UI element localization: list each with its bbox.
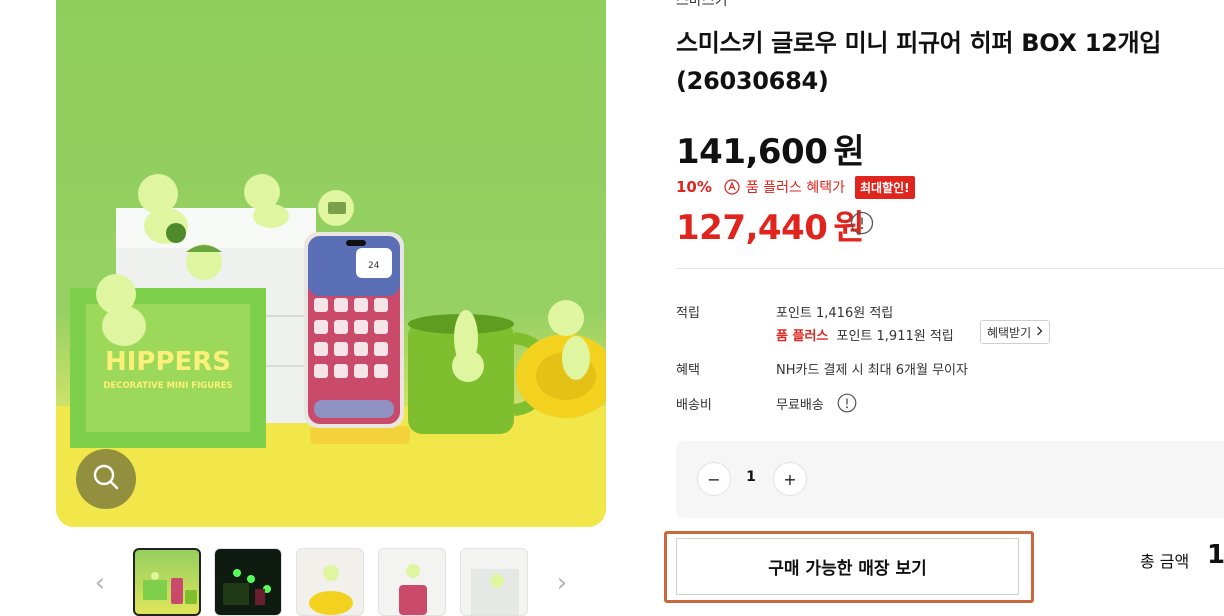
thumbnail-1[interactable]: [133, 548, 201, 616]
chevron-right-icon: ›: [556, 568, 568, 598]
original-price: 141,600 원: [676, 124, 865, 173]
benefit-receive-label: 혜택받기: [987, 325, 1032, 340]
benefit-receive-button[interactable]: 혜택받기: [980, 320, 1051, 344]
sale-price: 127,440 원: [676, 200, 865, 249]
info-icon[interactable]: [837, 393, 857, 417]
thumbnail-next-button[interactable]: ›: [552, 568, 572, 598]
thumbnail-image: [223, 569, 271, 605]
thumbnail-prev-button[interactable]: ‹: [90, 568, 110, 598]
total-amount-value: 1: [1207, 540, 1224, 570]
discount-row: 10% 품 플러스 혜택가 최대할인!: [676, 175, 915, 199]
thumbnail-3[interactable]: [296, 548, 364, 616]
chevron-left-icon: ‹: [94, 568, 106, 598]
product-main-image: HIPPERS DECORATIVE MINI FIGURES 24: [56, 0, 606, 527]
product-title: 스미스키 글로우 미니 피규어 히퍼 BOX 12개입 (26030684): [676, 24, 1216, 100]
thumbnail-image: [399, 564, 427, 615]
currency-unit: 원: [833, 132, 865, 172]
shipping-label: 배송비: [676, 398, 712, 413]
poom-plus-icon: [724, 179, 740, 195]
thumbnail-2[interactable]: [214, 548, 282, 616]
original-price-value: 141,600: [676, 132, 828, 172]
poom-plus-points-value: 포인트 1,911원 적립: [836, 329, 954, 344]
benefit-value: NH카드 결제 시 최대 6개월 무이자: [776, 363, 968, 378]
chevron-right-icon: [1036, 325, 1043, 339]
svg-text:DECORATIVE MINI FIGURES: DECORATIVE MINI FIGURES: [103, 381, 232, 391]
benefit-label: 혜택: [676, 363, 700, 378]
search-icon: [92, 463, 120, 495]
divider: [676, 268, 1224, 269]
info-icon[interactable]: [850, 211, 874, 239]
product-code: (26030684): [676, 67, 829, 95]
sale-price-value: 127,440: [676, 208, 828, 248]
quantity-decrease-button[interactable]: −: [697, 462, 731, 496]
poom-plus-label: 품 플러스: [776, 329, 829, 344]
thumbnail-5[interactable]: [460, 548, 528, 616]
shipping-value: 무료배송: [776, 398, 824, 413]
thumbnail-image: [309, 565, 353, 615]
max-discount-badge: 최대할인!: [854, 175, 915, 199]
points-label: 적립: [676, 306, 700, 321]
svg-text:HIPPERS: HIPPERS: [105, 347, 231, 377]
quantity-value[interactable]: 1: [736, 469, 766, 485]
thumbnail-4[interactable]: [378, 548, 446, 616]
quantity-increase-button[interactable]: +: [773, 462, 807, 496]
brand-name[interactable]: 스마스키: [676, 0, 728, 10]
product-photo-illustration: HIPPERS DECORATIVE MINI FIGURES 24: [56, 174, 606, 527]
total-amount-label: 총 금액: [1140, 552, 1190, 571]
poom-plus-points: 품 플러스 포인트 1,911원 적립: [776, 325, 954, 344]
points-value: 포인트 1,416원 적립: [776, 306, 894, 321]
svg-text:24: 24: [368, 261, 380, 271]
zoom-button[interactable]: [76, 449, 136, 509]
thumbnail-image: [143, 572, 197, 604]
view-available-stores-button[interactable]: 구매 가능한 매장 보기: [676, 538, 1019, 595]
thumbnail-image: [471, 569, 519, 615]
discount-rate: 10%: [676, 178, 712, 196]
product-title-line: 스미스키 글로우 미니 피규어 히퍼 BOX 12개입: [676, 29, 1162, 57]
poom-plus-benefit-label: 품 플러스 혜택가: [745, 180, 845, 196]
quantity-stepper: − 1 +: [676, 441, 1224, 518]
